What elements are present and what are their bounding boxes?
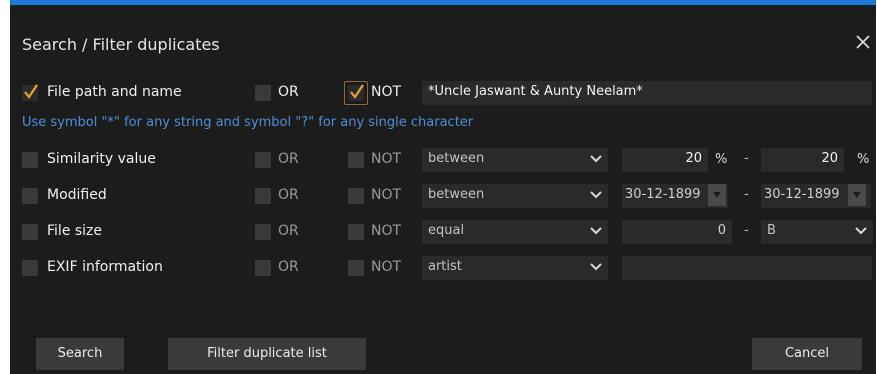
similarity-from-unit: % xyxy=(715,152,728,167)
modified-from-value: 30-12-1899 xyxy=(625,187,701,202)
modified-or-label: OR xyxy=(278,187,299,203)
similarity-operator-value: between xyxy=(428,151,485,166)
similarity-not-checkbox[interactable] xyxy=(348,152,364,168)
modified-from-calendar-button[interactable] xyxy=(708,184,726,206)
file-size-or-checkbox[interactable] xyxy=(255,224,271,240)
similarity-label: Similarity value xyxy=(47,151,156,167)
similarity-to-input[interactable]: 20 xyxy=(761,148,844,172)
modified-checkbox[interactable] xyxy=(22,188,38,204)
cancel-button[interactable]: Cancel xyxy=(752,338,862,370)
close-icon[interactable] xyxy=(854,33,872,51)
chevron-down-icon xyxy=(713,192,721,198)
exif-or-checkbox[interactable] xyxy=(255,260,271,276)
modified-operator-select[interactable]: between xyxy=(422,184,608,208)
chevron-down-icon xyxy=(590,263,602,271)
file-size-unit-select[interactable]: B xyxy=(761,220,873,244)
similarity-row: Similarity value OR NOT between 20 % - 2… xyxy=(10,147,876,173)
wildcard-hint: Use symbol "*" for any string and symbol… xyxy=(22,115,474,130)
file-size-operator-select[interactable]: equal xyxy=(422,220,608,244)
similarity-range-dash: - xyxy=(744,151,749,166)
exif-value-input[interactable] xyxy=(622,256,872,280)
file-path-input[interactable]: *Uncle Jaswant & Aunty Neelam* xyxy=(422,81,872,105)
exif-checkbox[interactable] xyxy=(22,260,38,276)
file-size-label: File size xyxy=(47,223,103,239)
exif-not-label: NOT xyxy=(371,259,402,275)
exif-field-value: artist xyxy=(428,259,462,274)
file-path-checkbox[interactable] xyxy=(22,84,38,101)
modified-not-checkbox[interactable] xyxy=(348,188,364,204)
file-path-row: File path and name OR NOT *Uncle Jaswant… xyxy=(10,80,876,106)
similarity-operator-select[interactable]: between xyxy=(422,148,608,172)
chevron-down-icon xyxy=(590,191,602,199)
file-size-not-label: NOT xyxy=(371,223,402,239)
chevron-down-icon xyxy=(853,192,861,198)
exif-row: EXIF information OR NOT artist xyxy=(10,255,876,281)
file-size-checkbox[interactable] xyxy=(22,224,38,240)
modified-to-calendar-button[interactable] xyxy=(848,184,866,206)
file-path-or-checkbox[interactable] xyxy=(255,85,271,101)
modified-range-dash: - xyxy=(744,187,749,202)
file-size-or-label: OR xyxy=(278,223,299,239)
file-path-not-label: NOT xyxy=(371,84,402,100)
chevron-down-icon xyxy=(590,227,602,235)
similarity-not-label: NOT xyxy=(371,151,402,167)
similarity-to-unit: % xyxy=(857,152,870,167)
modified-label: Modified xyxy=(47,187,107,203)
chevron-down-icon xyxy=(590,155,602,163)
modified-or-checkbox[interactable] xyxy=(255,188,271,204)
file-size-unit-value: B xyxy=(767,223,776,238)
file-path-not-checkbox[interactable] xyxy=(348,84,364,101)
file-path-or-label: OR xyxy=(278,84,299,100)
filter-duplicate-list-button[interactable]: Filter duplicate list xyxy=(168,338,366,370)
similarity-checkbox[interactable] xyxy=(22,152,38,168)
title-bar: Search / Filter duplicates xyxy=(10,10,876,62)
search-filter-dialog: Search / Filter duplicates File path and… xyxy=(10,0,876,374)
search-button[interactable]: Search xyxy=(36,338,124,370)
exif-not-checkbox[interactable] xyxy=(348,260,364,276)
file-size-row: File size OR NOT equal 0 - B xyxy=(10,219,876,245)
file-size-dash: - xyxy=(744,223,749,238)
chevron-down-icon xyxy=(855,227,867,235)
file-path-label: File path and name xyxy=(47,84,182,100)
exif-field-select[interactable]: artist xyxy=(422,256,608,280)
exif-label: EXIF information xyxy=(47,259,163,275)
file-size-not-checkbox[interactable] xyxy=(348,224,364,240)
similarity-or-checkbox[interactable] xyxy=(255,152,271,168)
modified-operator-value: between xyxy=(428,187,485,202)
modified-to-value: 30-12-1899 xyxy=(764,187,840,202)
file-size-input[interactable]: 0 xyxy=(622,220,732,244)
dialog-title: Search / Filter duplicates xyxy=(22,35,220,54)
modified-row: Modified OR NOT between 30-12-1899 - 30-… xyxy=(10,183,876,209)
file-size-operator-value: equal xyxy=(428,223,465,238)
similarity-from-input[interactable]: 20 xyxy=(622,148,708,172)
exif-or-label: OR xyxy=(278,259,299,275)
modified-not-label: NOT xyxy=(371,187,402,203)
similarity-or-label: OR xyxy=(278,151,299,167)
